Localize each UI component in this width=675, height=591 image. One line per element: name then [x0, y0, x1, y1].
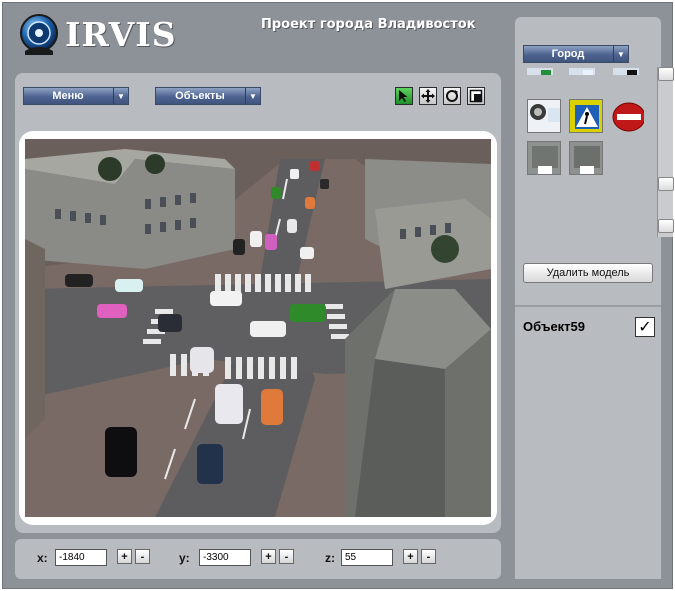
model-thumb-partial[interactable] [569, 65, 595, 75]
no-entry-sign-icon[interactable] [611, 99, 645, 133]
z-label: z: [325, 551, 335, 565]
scrollbar-thumb[interactable] [658, 177, 674, 191]
select-tool-button[interactable] [395, 87, 413, 105]
model-thumb-partial[interactable] [613, 65, 639, 75]
building-block-icon[interactable] [569, 141, 603, 175]
irvis-logo-icon [17, 13, 61, 57]
z-decrement-button[interactable]: - [421, 549, 436, 564]
y-increment-button[interactable]: + [261, 549, 276, 564]
coordinates-bar: x: + - y: + - z: + - [15, 539, 501, 579]
menu-dropdown[interactable]: Меню ▼ [23, 87, 129, 105]
wheel-model-icon[interactable] [527, 99, 561, 133]
model-thumb-partial[interactable] [527, 65, 553, 75]
move-tool-button[interactable] [419, 87, 437, 105]
objects-dropdown-label: Объекты [175, 90, 225, 102]
scrollbar-top-handle[interactable] [658, 67, 674, 81]
pedestrian-crossing-sign-icon[interactable] [569, 99, 603, 133]
project-title: Проект города Владивосток [261, 17, 476, 32]
chevron-down-icon: ▼ [245, 88, 260, 104]
object-properties: Объект59 ✓ [515, 305, 661, 579]
x-increment-button[interactable]: + [117, 549, 132, 564]
object-name: Объект59 [523, 319, 586, 334]
building-block-icon[interactable] [527, 141, 561, 175]
app-title: IRVIS [65, 15, 177, 54]
menu-dropdown-label: Меню [52, 90, 84, 102]
z-coordinate-input[interactable] [341, 549, 393, 566]
main-panel: Меню ▼ Объекты ▼ [15, 73, 501, 533]
scale-tool-button[interactable] [467, 87, 485, 105]
model-library-panel: Город ▼ Удалить модель Объект59 ✓ [515, 17, 661, 579]
rotate-icon [446, 90, 458, 102]
objects-dropdown[interactable]: Объекты ▼ [155, 87, 261, 105]
x-label: x: [37, 551, 48, 565]
rotate-tool-button[interactable] [443, 87, 461, 105]
y-label: y: [179, 551, 190, 565]
viewport-frame [19, 131, 497, 525]
app-window: IRVIS Проект города Владивосток Меню ▼ О… [2, 2, 674, 589]
library-scrollbar[interactable] [657, 67, 674, 237]
chevron-down-icon: ▼ [613, 46, 628, 62]
category-dropdown-label: Город [551, 48, 585, 60]
cursor-arrow-icon [399, 90, 408, 102]
y-coordinate-input[interactable] [199, 549, 251, 566]
3d-viewport[interactable] [25, 139, 491, 517]
x-coordinate-input[interactable] [55, 549, 107, 566]
scale-box-icon [469, 89, 483, 103]
delete-model-button[interactable]: Удалить модель [523, 263, 653, 283]
x-decrement-button[interactable]: - [135, 549, 150, 564]
chevron-down-icon: ▼ [113, 88, 128, 104]
model-library: Город ▼ Удалить модель [515, 17, 661, 287]
city-scene [25, 139, 491, 517]
object-visibility-checkbox[interactable]: ✓ [635, 317, 655, 337]
z-increment-button[interactable]: + [403, 549, 418, 564]
y-decrement-button[interactable]: - [279, 549, 294, 564]
scrollbar-bottom-handle[interactable] [658, 219, 674, 233]
move-arrows-icon [421, 89, 435, 103]
category-dropdown[interactable]: Город ▼ [523, 45, 629, 63]
